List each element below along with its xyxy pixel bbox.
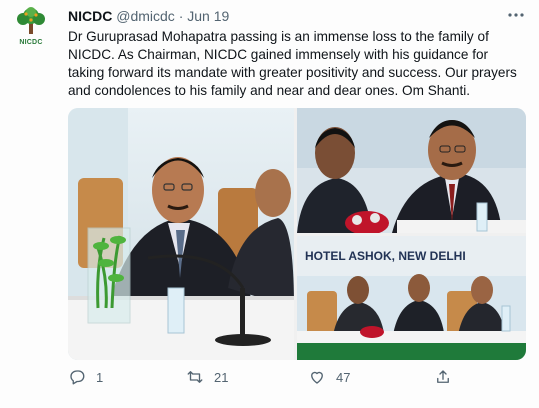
- panel-photo-image: [297, 108, 526, 233]
- retweet-icon: [187, 371, 203, 383]
- author-name[interactable]: NICDC: [68, 8, 112, 24]
- dais-photo-image: HOTEL ASHOK, NEW DELHI: [297, 236, 526, 360]
- ellipsis-icon: [508, 13, 524, 17]
- banner-text: HOTEL ASHOK, NEW DELHI: [305, 249, 466, 263]
- heart-icon: [311, 371, 323, 384]
- author-handle[interactable]: @dmicdc: [116, 8, 175, 24]
- media-photo-bottom-right[interactable]: HOTEL ASHOK, NEW DELHI: [297, 236, 526, 360]
- tree-logo-icon: [17, 7, 45, 34]
- separator-dot: ·: [178, 8, 184, 24]
- tweet-date[interactable]: Jun 19: [187, 8, 229, 24]
- tweet-text: Dr Guruprasad Mohapatra passing is an im…: [68, 29, 517, 98]
- avatar[interactable]: NICDC: [14, 6, 48, 46]
- reply-count: 1: [96, 369, 104, 385]
- more-options-button[interactable]: [507, 6, 525, 29]
- reply-icon: [70, 370, 85, 385]
- like-button[interactable]: 47: [308, 368, 350, 386]
- tweet-header: NICDC @dmicdc · Jun 19: [68, 8, 229, 24]
- like-count: 47: [336, 369, 351, 385]
- conference-photo-image: [68, 108, 294, 360]
- share-icon: [437, 370, 449, 383]
- reply-button[interactable]: 1: [68, 368, 103, 386]
- retweet-button[interactable]: 21: [186, 368, 228, 386]
- avatar-label: NICDC: [19, 39, 43, 46]
- share-button[interactable]: [434, 368, 462, 386]
- tweet-action-bar: 1 21 47: [68, 368, 508, 392]
- media-photo-top-right[interactable]: [297, 108, 526, 233]
- tweet-card[interactable]: NICDC NICDC @dmicdc · Jun 19 Dr Gurupras…: [0, 0, 539, 408]
- media-photo-left[interactable]: [68, 108, 294, 360]
- retweet-count: 21: [214, 369, 229, 385]
- tweet-media-grid[interactable]: HOTEL ASHOK, NEW DELHI: [68, 108, 526, 360]
